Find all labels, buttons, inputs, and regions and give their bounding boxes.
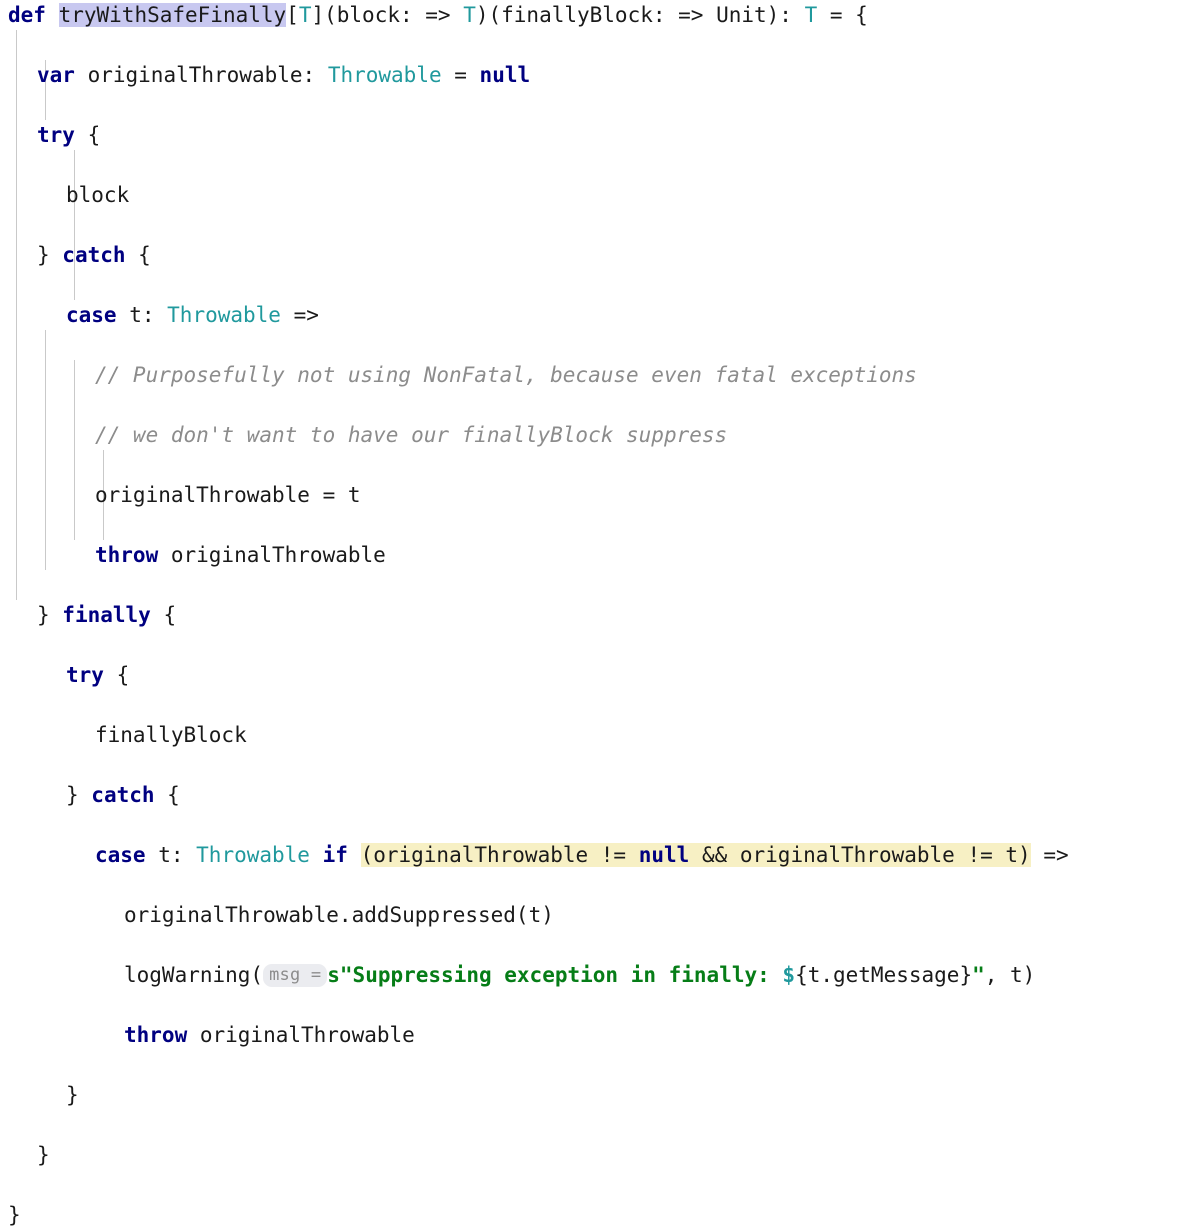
keyword-token: if [322,843,348,867]
code-token: { [125,243,151,267]
keyword-token: catch [91,783,155,807]
code-token: => [280,303,319,327]
code-token: originalThrowable [158,543,386,567]
code-line[interactable]: } [0,1080,1194,1110]
code-token: t: [116,303,168,327]
code-token: {t.getMessage} [795,963,973,987]
code-line[interactable]: } finally { [0,600,1194,630]
comment-token: // we don't want to have our finallyBloc… [95,423,728,447]
code-token: = { [817,3,868,27]
code-line[interactable]: } catch { [0,240,1194,270]
keyword-token: finally [62,603,151,627]
guard-condition-highlight[interactable]: (originalThrowable != [360,843,639,867]
code-token: } [66,783,92,807]
comment-token: // Purposefully not using NonFatal, beca… [95,363,917,387]
code-line[interactable]: // Purposefully not using NonFatal, beca… [0,360,1194,390]
code-line[interactable]: try { [0,660,1194,690]
code-line[interactable]: case t: Throwable => [0,300,1194,330]
code-line[interactable]: case t: Throwable if (originalThrowable … [0,840,1194,870]
code-token: t: [145,843,197,867]
type-token: Throwable [167,303,281,327]
type-token: Throwable [196,843,310,867]
code-token: { [150,603,177,627]
type-token: T [463,3,476,27]
code-token: finallyBlock [95,723,247,747]
code-line[interactable]: var originalThrowable: Throwable = null [0,60,1194,90]
code-token: ](block: => [311,3,464,27]
code-line[interactable]: originalThrowable = t [0,480,1194,510]
code-line[interactable]: } [0,1200,1194,1230]
code-token: , t) [984,963,1036,987]
type-token: T [298,3,312,27]
code-token: } [8,1203,21,1227]
code-token: logWarning( [124,963,264,987]
type-token: T [804,3,818,27]
code-line[interactable]: originalThrowable.addSuppressed(t) [0,900,1194,930]
code-line[interactable]: logWarning(msg = s"Suppressing exception … [0,960,1194,990]
string-token: " [972,963,985,987]
keyword-token: var [37,63,75,87]
code-token: originalThrowable = t [95,483,361,507]
type-token: Throwable [327,63,442,87]
code-token: originalThrowable: [74,63,328,87]
keyword-token: null [479,63,531,87]
keyword-token: case [66,303,117,327]
code-token: block [66,183,130,207]
code-token: } [37,1143,50,1167]
keyword-token: try [37,123,75,147]
code-line[interactable]: // we don't want to have our finallyBloc… [0,420,1194,450]
inlay-parameter-hint[interactable]: msg = [263,964,328,987]
keyword-token: case [95,843,146,867]
code-line[interactable]: try { [0,120,1194,150]
code-token: = [441,63,480,87]
code-line[interactable]: } catch { [0,780,1194,810]
string-interpolation-token: $ [782,963,796,987]
keyword-token: null [638,843,690,867]
code-content[interactable]: def tryWithSafeFinally[T](block: => T)(f… [0,0,1194,1227]
code-token: } [37,243,63,267]
code-editor[interactable]: def tryWithSafeFinally[T](block: => T)(f… [0,0,1194,1227]
code-line[interactable]: } [0,1140,1194,1170]
method-name-highlight[interactable]: tryWithSafeFinally [58,3,287,27]
code-line[interactable]: throw originalThrowable [0,540,1194,570]
guard-condition-highlight[interactable]: && originalThrowable != t) [689,843,1031,867]
guard-condition-highlight[interactable]: null [638,843,690,867]
keyword-token: throw [95,543,159,567]
keyword-token: try [66,663,104,687]
keyword-token: throw [124,1023,188,1047]
code-line[interactable]: block [0,180,1194,210]
code-token: } [37,603,63,627]
code-token: [ [286,3,299,27]
code-token: { [74,123,101,147]
code-token: => [1030,843,1069,867]
code-token: originalThrowable [187,1023,415,1047]
keyword-token: def [8,3,46,27]
code-line[interactable]: def tryWithSafeFinally[T](block: => T)(f… [0,0,1194,30]
code-token: originalThrowable.addSuppressed(t) [124,903,554,927]
code-token: { [103,663,130,687]
keyword-token: catch [62,243,126,267]
string-token: s"Suppressing exception in finally: [327,963,783,987]
code-token: )(finallyBlock: => Unit): [475,3,805,27]
code-line[interactable]: throw originalThrowable [0,1020,1194,1050]
code-token: { [154,783,180,807]
code-line[interactable]: finallyBlock [0,720,1194,750]
code-token: } [66,1083,79,1107]
